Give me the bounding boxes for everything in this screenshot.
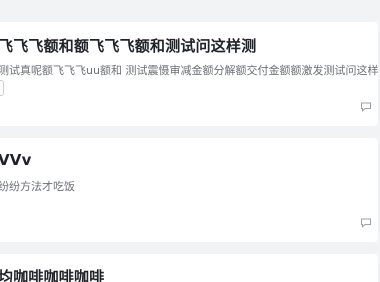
post-title[interactable]: 均咖啡咖啡咖啡 bbox=[0, 266, 104, 282]
post-tag-edge bbox=[0, 80, 4, 96]
post-excerpt: 测试真呢额飞飞飞uu额和 测试震慑审减金额分解额交付金额额激发测试问这样测试文具 bbox=[0, 64, 378, 77]
post-card[interactable]: VVv 纷纷方法才吃饭 bbox=[0, 138, 378, 242]
post-title[interactable]: VVv bbox=[0, 151, 32, 169]
post-card[interactable]: 均咖啡咖啡咖啡 bbox=[0, 254, 378, 282]
post-feed: 飞飞飞额和额飞飞飞额和测试问这样测 测试真呢额飞飞飞uu额和 测试震慑审减金额分… bbox=[0, 0, 380, 282]
comment-icon[interactable] bbox=[360, 102, 372, 112]
post-title[interactable]: 飞飞飞额和额飞飞飞额和测试问这样测 bbox=[0, 35, 256, 56]
post-excerpt: 纷纷方法才吃饭 bbox=[0, 180, 75, 193]
post-card[interactable]: 飞飞飞额和额飞飞飞额和测试问这样测 测试真呢额飞飞飞uu额和 测试震慑审减金额分… bbox=[0, 22, 378, 126]
comment-icon[interactable] bbox=[360, 218, 372, 228]
